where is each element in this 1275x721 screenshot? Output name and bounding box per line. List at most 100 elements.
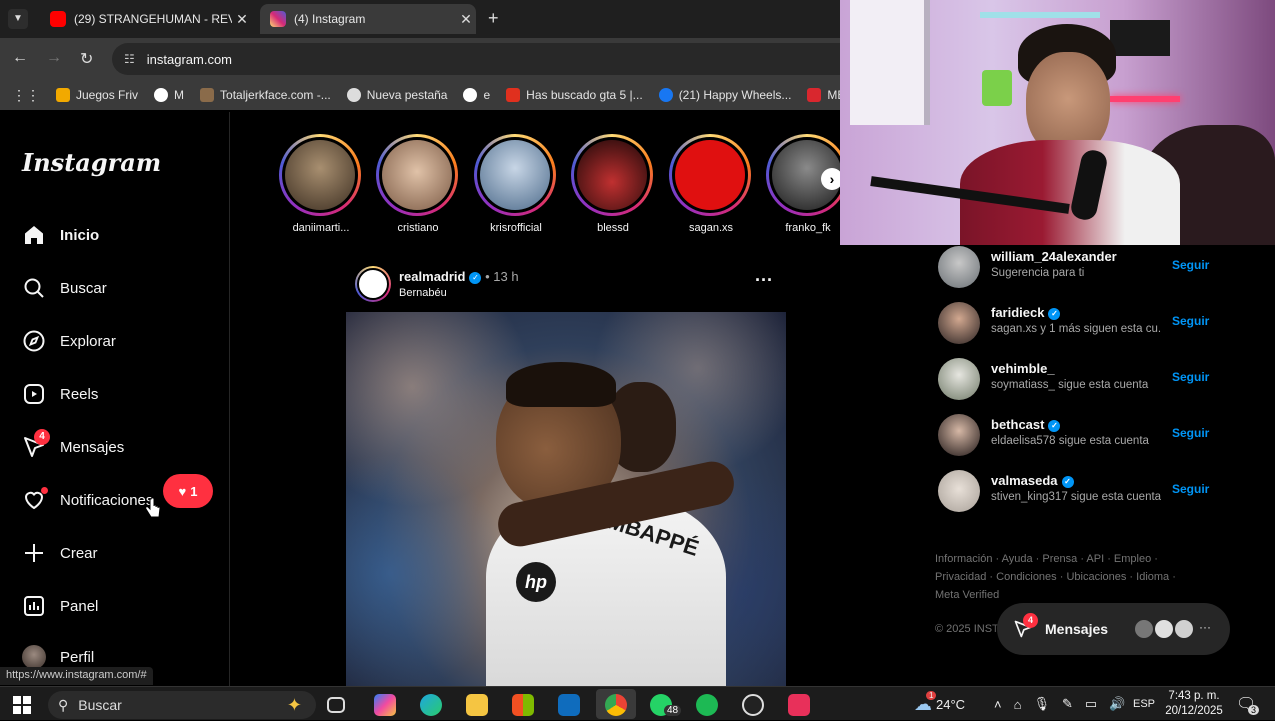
microphone-icon[interactable]: 🎙 (1033, 696, 1050, 712)
post-author-avatar[interactable] (355, 266, 391, 302)
bookmark[interactable]: (21) Happy Wheels... (658, 88, 791, 102)
temperature[interactable]: 24°C (936, 697, 965, 712)
url-field[interactable]: ☷ instagram.com (112, 43, 840, 75)
chevron-up-icon[interactable]: ˄ (994, 697, 1002, 712)
apps-icon[interactable]: ⋮⋮ (12, 87, 40, 104)
messages-floating-button[interactable]: 4 Mensajes ··· (997, 603, 1230, 655)
bookmark[interactable]: M (154, 88, 184, 102)
network-icon[interactable]: ▭ (1085, 696, 1097, 712)
obs-icon[interactable] (742, 694, 764, 716)
clock[interactable]: 7:43 p. m. 20/12/2025 (1162, 689, 1226, 719)
story-username: franko_fk (785, 222, 831, 234)
avatar[interactable] (938, 470, 980, 512)
volume-icon[interactable]: 🔊 (1109, 696, 1125, 712)
story-item[interactable]: cristiano (376, 134, 460, 234)
url-text: instagram.com (146, 51, 233, 67)
footer-links[interactable]: Privacidad · Condiciones · Ubicaciones ·… (935, 568, 1185, 586)
bookmark[interactable]: e (463, 88, 490, 102)
story-item[interactable]: krisrofficial (474, 134, 558, 234)
forward-icon[interactable]: → (46, 49, 62, 67)
story-username: krisrofficial (490, 222, 542, 234)
microsoft-store-icon[interactable] (512, 694, 534, 716)
nav-panel[interactable]: Panel (22, 591, 98, 621)
language-indicator[interactable]: ESP (1133, 687, 1155, 721)
weather-badge: 1 (926, 691, 937, 700)
nav-label: Explorar (60, 332, 116, 350)
nav-label: Reels (60, 385, 99, 403)
address-bar: ← → ↻ ☷ instagram.com (0, 38, 840, 80)
site-info-icon[interactable]: ☷ (124, 52, 135, 66)
post-location[interactable]: Bernabéu (399, 287, 447, 299)
suggestion-username[interactable]: valmaseda ✓ (991, 473, 1074, 488)
edge-icon[interactable] (420, 694, 442, 716)
nav-label: Panel (60, 597, 99, 615)
new-tab-button[interactable]: + (488, 8, 499, 29)
avatar[interactable] (938, 358, 980, 400)
outlook-icon[interactable] (558, 694, 580, 716)
nav-explore[interactable]: Explorar (22, 326, 116, 356)
usb-icon[interactable]: ⌂ (1014, 697, 1022, 712)
nav-home[interactable]: Inicio (22, 220, 99, 250)
bookmark[interactable]: Juegos Friv (56, 88, 138, 102)
real-madrid-crest-icon (357, 268, 389, 300)
globe-icon (346, 88, 361, 102)
follow-button[interactable]: Seguir (1172, 314, 1209, 328)
instagram-sidebar: Instagram Inicio Buscar Explorar Reels M… (0, 112, 230, 686)
bookmark[interactable]: Nueva pestaña (346, 88, 447, 102)
avatar[interactable] (938, 302, 980, 344)
back-icon[interactable]: ← (12, 49, 28, 67)
more-options-icon[interactable]: ··· (755, 270, 773, 291)
story-item[interactable]: sagan.xs (669, 134, 753, 234)
avatar[interactable] (938, 246, 980, 288)
suggestion-reason: stiven_king317 sigue esta cuenta (991, 491, 1161, 503)
tab-bar: ▼ (29) STRANGEHUMAN - REVEN ✕ (4) Instag… (0, 0, 840, 38)
tab-title: (29) STRANGEHUMAN - REVEN (74, 12, 232, 26)
follow-button[interactable]: Seguir (1172, 258, 1209, 272)
tiktok-icon[interactable] (788, 694, 810, 716)
story-item[interactable]: daniimarti... (279, 134, 363, 234)
suggestion-username[interactable]: vehimble_ (991, 361, 1055, 376)
close-icon[interactable]: ✕ (232, 11, 252, 28)
nav-reels[interactable]: Reels (22, 379, 98, 409)
suggestion-username[interactable]: faridieck ✓ (991, 305, 1061, 320)
post-image[interactable]: MBAPPÉ hp (346, 312, 786, 686)
post-username[interactable]: realmadrid (399, 269, 465, 284)
chrome-icon[interactable] (605, 694, 627, 716)
tab-search-button[interactable]: ▼ (8, 9, 28, 29)
home-icon (25, 226, 43, 244)
footer-links[interactable]: Información · Ayuda · Prensa · API · Emp… (935, 550, 1185, 568)
plant-pot (982, 70, 1012, 106)
nav-create[interactable]: Crear (22, 538, 98, 568)
reload-icon[interactable]: ↻ (80, 49, 93, 69)
windows-start-icon[interactable] (13, 696, 31, 714)
avatar[interactable] (938, 414, 980, 456)
copilot-icon[interactable] (374, 694, 396, 716)
bookmark[interactable]: MEGA 8 (807, 88, 840, 102)
nav-search[interactable]: Buscar (22, 273, 107, 303)
bookmark[interactable]: Totaljerkface.com -... (200, 88, 331, 102)
notification-count-pill[interactable]: ♥ 1 (163, 474, 213, 508)
suggestion-reason: Sugerencia para ti (991, 267, 1085, 279)
pen-icon[interactable]: ✎ (1062, 696, 1073, 712)
bookmarks-bar: ⋮⋮ Juegos Friv M Totaljerkface.com -... … (0, 80, 840, 110)
messages-label: Mensajes (1045, 621, 1109, 637)
follow-button[interactable]: Seguir (1172, 482, 1209, 496)
suggestion-reason: eldaelisa578 sigue esta cuenta (991, 435, 1149, 447)
follow-button[interactable]: Seguir (1172, 370, 1209, 384)
instagram-logo[interactable]: Instagram (22, 148, 161, 177)
task-view-icon[interactable] (327, 697, 345, 713)
follow-button[interactable]: Seguir (1172, 426, 1209, 440)
taskbar-search[interactable]: ⚲ Buscar ✦ (48, 691, 316, 719)
messages-badge: 4 (34, 429, 50, 445)
bookmark[interactable]: Has buscado gta 5 |... (506, 88, 643, 102)
file-explorer-icon[interactable] (466, 694, 488, 716)
story-item[interactable]: blessd (571, 134, 655, 234)
close-icon[interactable]: ✕ (456, 11, 476, 28)
footer-links[interactable]: Meta Verified (935, 586, 1185, 604)
suggestion-username[interactable]: william_24alexander (991, 249, 1117, 264)
tab-instagram[interactable]: (4) Instagram ✕ (260, 4, 476, 34)
spotify-icon[interactable] (696, 694, 718, 716)
suggestion-username[interactable]: bethcast ✓ (991, 417, 1061, 432)
tab-youtube[interactable]: (29) STRANGEHUMAN - REVEN ✕ (40, 4, 252, 34)
suggestion-item: faridieck ✓ sagan.xs y 1 más siguen esta … (938, 302, 1218, 346)
